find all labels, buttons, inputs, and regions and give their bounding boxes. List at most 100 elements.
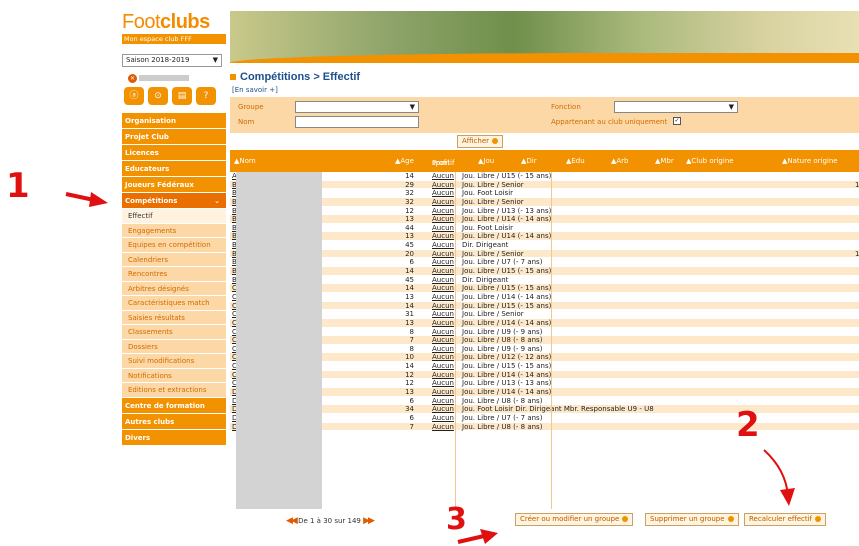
- profil-link[interactable]: Aucun: [432, 267, 454, 276]
- submenu-classements[interactable]: Classements: [122, 325, 226, 340]
- table-row[interactable]: B 32 Aucun Jou. Foot Loisir: [230, 189, 859, 198]
- profil-link[interactable]: Aucun: [432, 198, 454, 207]
- profil-link[interactable]: Aucun: [432, 414, 454, 423]
- profil-link[interactable]: Aucun: [432, 336, 454, 345]
- profil-link[interactable]: Aucun: [432, 172, 454, 181]
- profil-link[interactable]: Aucun: [432, 189, 454, 198]
- table-row[interactable]: C 14 Aucun Jou. Libre / U15 (- 15 ans): [230, 284, 859, 293]
- previous-page-icon[interactable]: ◀◀: [286, 516, 298, 526]
- col-club-origine[interactable]: ▲Club origine: [686, 157, 734, 165]
- submenu-effectif[interactable]: Effectif: [122, 209, 226, 224]
- table-row[interactable]: D 7 Aucun Jou. Libre / U8 (- 8 ans): [230, 422, 859, 432]
- season-select[interactable]: Saison 2018-2019 ▼: [122, 54, 222, 67]
- submenu-equipes[interactable]: Equipes en compétition: [122, 238, 226, 253]
- profil-link[interactable]: Aucun: [432, 328, 454, 337]
- table-row[interactable]: B 29 Aucun Jou. Libre / Senior 1: [230, 180, 859, 190]
- submenu-dossiers[interactable]: Dossiers: [122, 339, 226, 354]
- fonction-select[interactable]: ▼: [614, 101, 738, 113]
- profil-link[interactable]: Aucun: [432, 224, 454, 233]
- col-mbr[interactable]: ▲Mbr: [655, 157, 674, 165]
- table-row[interactable]: B 13 Aucun Jou. Libre / U14 (- 14 ans): [230, 232, 859, 242]
- col-edu[interactable]: ▲Edu: [566, 157, 585, 165]
- create-group-button[interactable]: Créer ou modifier un groupe: [515, 513, 634, 526]
- profil-link[interactable]: Aucun: [432, 405, 454, 414]
- table-row[interactable]: C 13 Aucun Jou. Libre / U14 (- 14 ans): [230, 318, 859, 328]
- table-row[interactable]: C 14 Aucun Jou. Libre / U15 (- 15 ans): [230, 362, 859, 371]
- profil-link[interactable]: Aucun: [432, 371, 454, 380]
- profil-link[interactable]: Aucun: [432, 397, 454, 406]
- table-row[interactable]: C 31 Aucun Jou. Libre / Senior: [230, 310, 859, 319]
- recalculate-effectif-button[interactable]: Recalculer effectif: [744, 513, 827, 526]
- profil-link[interactable]: Aucun: [432, 319, 454, 328]
- profil-link[interactable]: Aucun: [432, 423, 454, 432]
- profil-link[interactable]: Aucun: [432, 362, 454, 371]
- next-page-icon[interactable]: ▶▶: [363, 516, 375, 526]
- submenu-rencontres[interactable]: Rencontres: [122, 267, 226, 282]
- table-row[interactable]: C 8 Aucun Jou. Libre / U9 (- 9 ans): [230, 327, 859, 337]
- submenu-saisies[interactable]: Saisies résultats: [122, 310, 226, 325]
- menu-competitions[interactable]: Compétitions ⌄: [122, 193, 226, 209]
- delete-group-button[interactable]: Supprimer un groupe: [645, 513, 739, 526]
- footclubs-logo[interactable]: Footclubs Mon espace club FFF: [122, 11, 226, 51]
- table-row[interactable]: B 12 Aucun Jou. Libre / U13 (- 13 ans): [230, 206, 859, 216]
- table-row[interactable]: D 34 Aucun Jou. Foot Loisir Dir. Dirigeant …: [230, 405, 859, 414]
- table-row[interactable]: C 14 Aucun Jou. Libre / U15 (- 15 ans): [230, 301, 859, 311]
- table-row[interactable]: B 45 Aucun Dir. Dirigeant: [230, 275, 859, 285]
- profil-link[interactable]: Aucun: [432, 388, 454, 397]
- profil-link[interactable]: Aucun: [432, 284, 454, 293]
- table-row[interactable]: C 7 Aucun Jou. Libre / U8 (- 8 ans): [230, 336, 859, 345]
- menu-licences[interactable]: Licences: [122, 145, 226, 161]
- submenu-caracteristiques[interactable]: Caractéristiques match: [122, 296, 226, 311]
- profil-link[interactable]: Aucun: [432, 293, 454, 302]
- col-nom[interactable]: ▲Nom: [234, 157, 256, 165]
- profil-link[interactable]: Aucun: [432, 276, 454, 285]
- table-row[interactable]: C 12 Aucun Jou. Libre / U14 (- 14 ans): [230, 370, 859, 380]
- profil-link[interactable]: Aucun: [432, 302, 454, 311]
- table-row[interactable]: C 12 Aucun Jou. Libre / U13 (- 13 ans): [230, 379, 859, 389]
- table-row[interactable]: B 20 Aucun Jou. Libre / Senior 1: [230, 249, 859, 259]
- table-row[interactable]: D 6 Aucun Jou. Libre / U8 (- 8 ans): [230, 396, 859, 406]
- submenu-suivi[interactable]: Suivi modifications: [122, 354, 226, 369]
- account-icon[interactable]: ⓐ: [124, 87, 144, 105]
- col-arb[interactable]: ▲Arb: [611, 157, 629, 165]
- profil-link[interactable]: Aucun: [432, 379, 454, 388]
- menu-joueurs-federaux[interactable]: Joueurs Fédéraux: [122, 177, 226, 193]
- col-age[interactable]: ▲Age: [395, 157, 414, 165]
- table-row[interactable]: C 8 Aucun Jou. Libre / U9 (- 9 ans): [230, 344, 859, 354]
- search-icon[interactable]: ⊙: [148, 87, 168, 105]
- profil-link[interactable]: Aucun: [432, 232, 454, 241]
- en-savoir-plus-link[interactable]: [En savoir +]: [232, 86, 278, 94]
- profil-link[interactable]: Aucun: [432, 215, 454, 224]
- profil-link[interactable]: Aucun: [432, 181, 454, 190]
- menu-divers[interactable]: Divers: [122, 429, 226, 446]
- menu-autres-clubs[interactable]: Autres clubs: [122, 413, 226, 430]
- profil-link[interactable]: Aucun: [432, 310, 454, 319]
- afficher-button[interactable]: Afficher: [457, 135, 504, 148]
- table-row[interactable]: C 13 Aucun Jou. Libre / U14 (- 14 ans): [230, 292, 859, 302]
- appartenant-checkbox[interactable]: ✓: [673, 117, 681, 125]
- table-row[interactable]: D 6 Aucun Jou. Libre / U7 (- 7 ans): [230, 413, 859, 423]
- profil-link[interactable]: Aucun: [432, 353, 454, 362]
- menu-centre-formation[interactable]: Centre de formation: [122, 397, 226, 414]
- profil-link[interactable]: Aucun: [432, 258, 454, 267]
- groupe-select[interactable]: ▼: [295, 101, 419, 113]
- col-jou[interactable]: ▲Jou: [478, 157, 494, 165]
- document-icon[interactable]: ▤: [172, 87, 192, 105]
- table-row[interactable]: B 44 Aucun Jou. Foot Loisir: [230, 223, 859, 233]
- profil-link[interactable]: Aucun: [432, 250, 454, 259]
- table-row[interactable]: B 6 Aucun Jou. Libre / U7 (- 7 ans): [230, 258, 859, 268]
- table-row[interactable]: D 13 Aucun Jou. Libre / U14 (- 14 ans): [230, 388, 859, 397]
- profil-link[interactable]: Aucun: [432, 345, 454, 354]
- table-row[interactable]: B 14 Aucun Jou. Libre / U15 (- 15 ans): [230, 267, 859, 276]
- table-row[interactable]: B 13 Aucun Jou. Libre / U14 (- 14 ans): [230, 215, 859, 224]
- submenu-notifications[interactable]: Notifications: [122, 368, 226, 383]
- menu-projet-club[interactable]: Projet Club: [122, 129, 226, 145]
- profil-link[interactable]: Aucun: [432, 241, 454, 250]
- col-dir[interactable]: ▲Dir: [521, 157, 537, 165]
- logout-icon[interactable]: ✕: [128, 74, 137, 83]
- table-row[interactable]: C 10 Aucun Jou. Libre / U12 (- 12 ans): [230, 353, 859, 363]
- submenu-arbitres[interactable]: Arbitres désignés: [122, 281, 226, 296]
- submenu-calendriers[interactable]: Calendriers: [122, 252, 226, 267]
- menu-organisation[interactable]: Organisation: [122, 113, 226, 129]
- nom-input[interactable]: [295, 116, 419, 128]
